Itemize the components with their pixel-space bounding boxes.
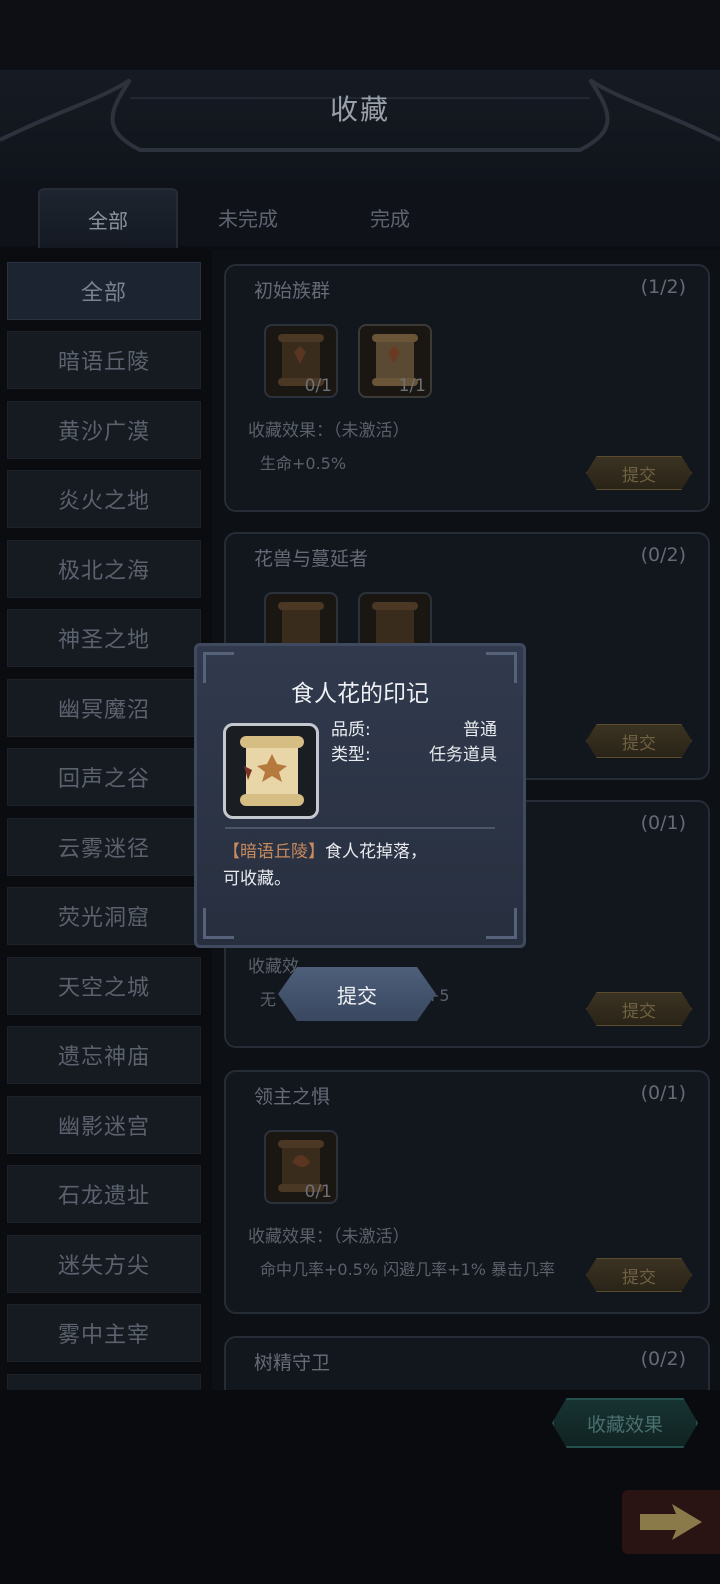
- card-title: 花兽与蔓延者: [254, 548, 369, 570]
- type-label: 类型:: [331, 745, 371, 765]
- slot-count: 0/1: [304, 1182, 332, 1202]
- sidebar-item-partial[interactable]: [7, 1374, 201, 1390]
- submit-button[interactable]: 提交: [586, 724, 692, 758]
- divider: [225, 827, 495, 829]
- sidebar-item[interactable]: 云雾迷径: [7, 818, 201, 876]
- effect-label: 收藏效: [248, 957, 299, 977]
- sidebar-item[interactable]: 幽影迷宫: [7, 1096, 201, 1154]
- sidebar-item[interactable]: 雾中主宰: [7, 1304, 201, 1362]
- card-count: (0/1): [640, 812, 686, 834]
- card-title: 初始族群: [254, 280, 331, 302]
- sidebar-item-all[interactable]: 全部: [7, 262, 201, 320]
- sidebar-item[interactable]: 回声之谷: [7, 748, 201, 806]
- submit-button[interactable]: 提交: [586, 456, 692, 490]
- collection-card: 树精守卫 (0/2): [224, 1336, 710, 1390]
- effect-text: 生命+0.5%: [260, 454, 347, 473]
- card-count: (0/1): [640, 1082, 686, 1104]
- item-detail-popup: 食人花的印记 品质: 普通 类型: 任务道具 【暗语丘陵】食人花掉落，可收藏。: [194, 643, 526, 948]
- item-description: 【暗语丘陵】食人花掉落，可收藏。: [223, 839, 433, 893]
- slot-count: 0/1: [304, 376, 332, 396]
- collection-card: 领主之惧 (0/1) 0/1 收藏效果：（未激活） 命中几率+0.5% 闪避几率…: [224, 1070, 710, 1314]
- tab-complete[interactable]: 完成: [322, 188, 458, 246]
- region-tag: 【暗语丘陵】: [223, 842, 325, 862]
- scroll-icon: [240, 736, 304, 806]
- card-count: (1/2): [640, 276, 686, 298]
- item-slot[interactable]: 0/1: [264, 1130, 338, 1204]
- sidebar-item[interactable]: 黄沙广漠: [7, 401, 201, 459]
- card-title: 领主之惧: [254, 1086, 331, 1108]
- tab-incomplete[interactable]: 未完成: [180, 188, 316, 246]
- quality-label: 品质:: [331, 720, 371, 740]
- top-strip: [0, 0, 720, 70]
- slot-count: 1/1: [398, 376, 426, 396]
- page-title: 收藏: [329, 93, 390, 126]
- sidebar-item[interactable]: 炎火之地: [7, 470, 201, 528]
- sidebar-item[interactable]: 遗忘神庙: [7, 1026, 201, 1084]
- sidebar-item[interactable]: 石龙遗址: [7, 1165, 201, 1223]
- tab-all[interactable]: 全部: [38, 188, 178, 248]
- sidebar-item[interactable]: 极北之海: [7, 540, 201, 598]
- collection-effects-button[interactable]: 收藏效果: [552, 1398, 698, 1448]
- card-count: (0/2): [640, 544, 686, 566]
- card-count: (0/2): [640, 1348, 686, 1370]
- submit-button[interactable]: 提交: [586, 992, 692, 1026]
- popup-title: 食人花的印记: [291, 681, 429, 707]
- popup-submit-button[interactable]: 提交: [278, 967, 436, 1021]
- sidebar-item[interactable]: 迷失方尖: [7, 1235, 201, 1293]
- region-sidebar[interactable]: 全部 暗语丘陵 黄沙广漠 炎火之地 极北之海 神圣之地 幽冥魔沼 回声之谷 云雾…: [0, 250, 212, 1390]
- sidebar-item[interactable]: 天空之城: [7, 957, 201, 1015]
- sidebar-item[interactable]: 暗语丘陵: [7, 331, 201, 389]
- effect-text: 无: [260, 990, 277, 1009]
- card-title: 树精守卫: [254, 1352, 331, 1374]
- sidebar-item[interactable]: 幽冥魔沼: [7, 679, 201, 737]
- item-slot[interactable]: 1/1: [358, 324, 432, 398]
- corner-ornament: [203, 908, 234, 939]
- sidebar-item[interactable]: 神圣之地: [7, 609, 201, 667]
- submit-button[interactable]: 提交: [586, 1258, 692, 1292]
- next-arrow-button[interactable]: [622, 1490, 720, 1554]
- corner-ornament: [486, 908, 517, 939]
- effect-label: 收藏效果：（未激活）: [248, 421, 410, 441]
- effect-text: 命中几率+0.5% 闪避几率+1% 暴击几率: [260, 1260, 556, 1279]
- arrow-right-icon: [640, 1504, 702, 1540]
- quality-value: 普通: [463, 720, 497, 740]
- effect-label: 收藏效果：（未激活）: [248, 1227, 410, 1247]
- type-value: 任务道具: [429, 745, 497, 765]
- collection-card: 初始族群 (1/2) 0/1 1/1 收藏效果：（未激活） 生命+0.5% 提交: [224, 264, 710, 512]
- item-icon: [223, 723, 319, 819]
- sidebar-item[interactable]: 荧光洞窟: [7, 887, 201, 945]
- item-slot[interactable]: 0/1: [264, 324, 338, 398]
